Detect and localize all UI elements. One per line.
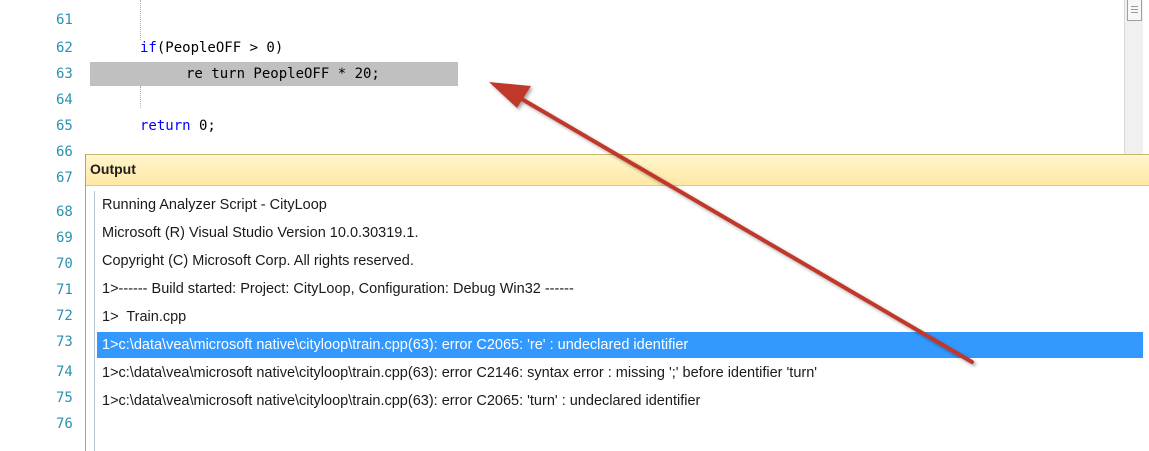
keyword-token: return bbox=[140, 118, 191, 134]
indent-guide bbox=[140, 0, 141, 40]
line-number: 64 bbox=[56, 92, 73, 108]
code-line-62: if(PeopleOFF > 0) bbox=[140, 37, 283, 59]
line-number: 63 bbox=[56, 66, 73, 82]
code-text: 0; bbox=[190, 118, 216, 134]
output-line[interactable]: Running Analyzer Script - CityLoop bbox=[97, 192, 1143, 218]
line-number: 69 bbox=[56, 230, 73, 246]
output-header[interactable]: Output bbox=[86, 155, 1149, 186]
output-panel: Output Running Analyzer Script - CityLoo… bbox=[85, 154, 1149, 451]
output-line[interactable]: Copyright (C) Microsoft Corp. All rights… bbox=[97, 248, 1143, 274]
line-number: 61 bbox=[56, 12, 73, 28]
output-line[interactable]: 1>c:\data\vea\microsoft native\cityloop\… bbox=[97, 388, 1143, 414]
scrollbar-thumb[interactable] bbox=[1127, 0, 1142, 21]
line-number: 68 bbox=[56, 204, 73, 220]
output-line[interactable]: 1>------ Build started: Project: CityLoo… bbox=[97, 276, 1143, 302]
line-number: 71 bbox=[56, 282, 73, 298]
keyword-token: if bbox=[140, 40, 157, 56]
line-number: 72 bbox=[56, 308, 73, 324]
output-line[interactable]: 1>c:\data\vea\microsoft native\cityloop\… bbox=[97, 360, 1143, 386]
line-number: 66 bbox=[56, 144, 73, 160]
grip-line bbox=[1131, 9, 1138, 10]
line-number: 74 bbox=[56, 364, 73, 380]
output-line[interactable]: 1> Train.cpp bbox=[97, 304, 1143, 330]
line-number: 62 bbox=[56, 40, 73, 56]
code-line-63: re turn PeopleOFF * 20; bbox=[186, 66, 380, 82]
output-body[interactable]: Running Analyzer Script - CityLoop Micro… bbox=[94, 191, 1143, 451]
line-number: 70 bbox=[56, 256, 73, 272]
line-number: 75 bbox=[56, 390, 73, 406]
line-number: 73 bbox=[56, 334, 73, 350]
indent-guide bbox=[140, 86, 141, 108]
line-number: 67 bbox=[56, 170, 73, 186]
line-number: 65 bbox=[56, 118, 73, 134]
output-line[interactable]: Microsoft (R) Visual Studio Version 10.0… bbox=[97, 220, 1143, 246]
output-line-selected[interactable]: 1>c:\data\vea\microsoft native\cityloop\… bbox=[97, 332, 1143, 358]
code-line-65: return 0; bbox=[140, 115, 216, 137]
grip-line bbox=[1131, 12, 1138, 13]
grip-line bbox=[1131, 6, 1138, 7]
vertical-scrollbar[interactable] bbox=[1124, 0, 1143, 160]
code-text: (PeopleOFF > 0) bbox=[156, 40, 284, 56]
output-title: Output bbox=[90, 161, 136, 177]
line-number: 76 bbox=[56, 416, 73, 432]
